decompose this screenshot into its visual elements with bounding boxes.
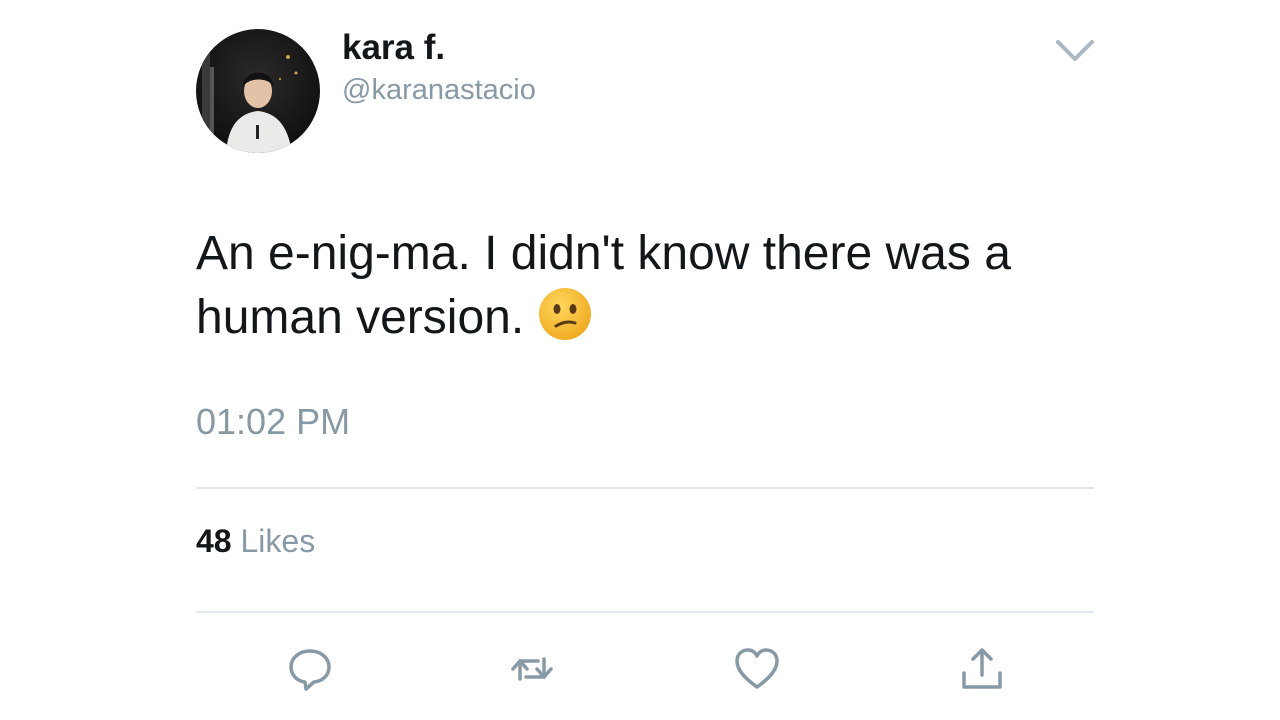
like-button[interactable]	[733, 645, 781, 693]
likes-count: 48	[196, 523, 232, 559]
author-handle[interactable]: @karanastacio	[342, 72, 536, 108]
retweet-button[interactable]	[508, 645, 556, 693]
likes-stat[interactable]: 48 Likes	[196, 521, 315, 561]
reply-button[interactable]	[286, 645, 334, 693]
author-avatar[interactable]	[196, 29, 320, 153]
retweet-icon	[511, 657, 553, 681]
tweet-text-content: An e-nig-ma. I didn't know there was a h…	[196, 227, 1011, 344]
chevron-down-icon[interactable]	[1054, 34, 1096, 66]
confused-face-icon	[538, 287, 592, 358]
share-button[interactable]	[958, 645, 1006, 693]
divider	[196, 611, 1094, 613]
divider	[196, 487, 1094, 489]
author-display-name[interactable]: kara f.	[342, 28, 445, 68]
like-heart-icon	[735, 648, 779, 689]
tweet-timestamp[interactable]: 01:02 PM	[196, 400, 350, 444]
share-icon	[962, 648, 1002, 689]
tweet-text: An e-nig-ma. I didn't know there was a h…	[196, 222, 1106, 358]
reply-icon	[289, 649, 331, 691]
likes-label: Likes	[240, 523, 316, 559]
